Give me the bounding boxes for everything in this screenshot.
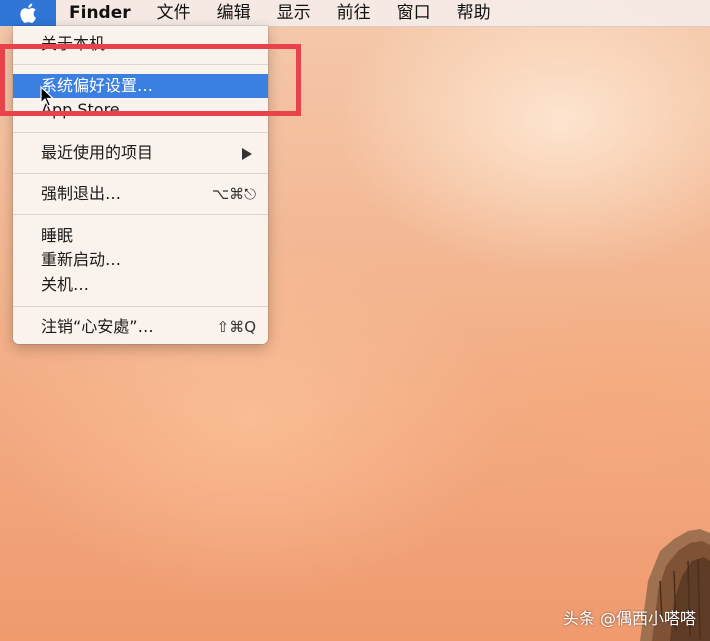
menu-item-label: 最近使用的项目 bbox=[41, 143, 154, 162]
mouse-cursor-icon bbox=[40, 86, 54, 107]
menu-window[interactable]: 窗口 bbox=[384, 0, 444, 26]
shortcut-label: ⌥⌘⎋ bbox=[211, 185, 256, 203]
menu-separator bbox=[13, 132, 268, 133]
menu-item-label: 睡眠 bbox=[41, 226, 74, 245]
menu-item-label: 关机… bbox=[41, 275, 90, 294]
apple-icon bbox=[20, 3, 36, 23]
menu-item-logout[interactable]: 注销“心安處”… ⇧⌘Q bbox=[13, 315, 268, 339]
menu-file[interactable]: 文件 bbox=[144, 0, 204, 26]
menu-item-force-quit[interactable]: 强制退出… ⌥⌘⎋ bbox=[13, 182, 268, 206]
menu-separator bbox=[13, 306, 268, 307]
menu-item-sleep[interactable]: 睡眠 bbox=[13, 224, 268, 248]
menu-item-recent-items[interactable]: 最近使用的项目 bbox=[13, 141, 268, 165]
shortcut-label: ⇧⌘Q bbox=[216, 318, 256, 336]
menu-item-label: 重新启动… bbox=[41, 250, 122, 269]
menu-item-restart[interactable]: 重新启动… bbox=[13, 248, 268, 272]
apple-menu-button[interactable] bbox=[0, 0, 56, 26]
menu-item-label: 注销“心安處”… bbox=[41, 317, 154, 336]
menu-go[interactable]: 前往 bbox=[324, 0, 384, 26]
menu-bar: Finder 文件 编辑 显示 前往 窗口 帮助 bbox=[0, 0, 710, 27]
watermark-text: 头条 @偶西小嗒嗒 bbox=[562, 609, 696, 628]
menu-item-shutdown[interactable]: 关机… bbox=[13, 273, 268, 297]
menu-help[interactable]: 帮助 bbox=[444, 0, 504, 26]
menu-separator bbox=[13, 214, 268, 215]
menu-item-label: 强制退出… bbox=[41, 184, 122, 203]
menu-view[interactable]: 显示 bbox=[264, 0, 324, 26]
menu-finder[interactable]: Finder bbox=[56, 0, 144, 26]
menu-edit[interactable]: 编辑 bbox=[204, 0, 264, 26]
menu-separator bbox=[13, 173, 268, 174]
submenu-arrow-icon bbox=[242, 148, 252, 160]
